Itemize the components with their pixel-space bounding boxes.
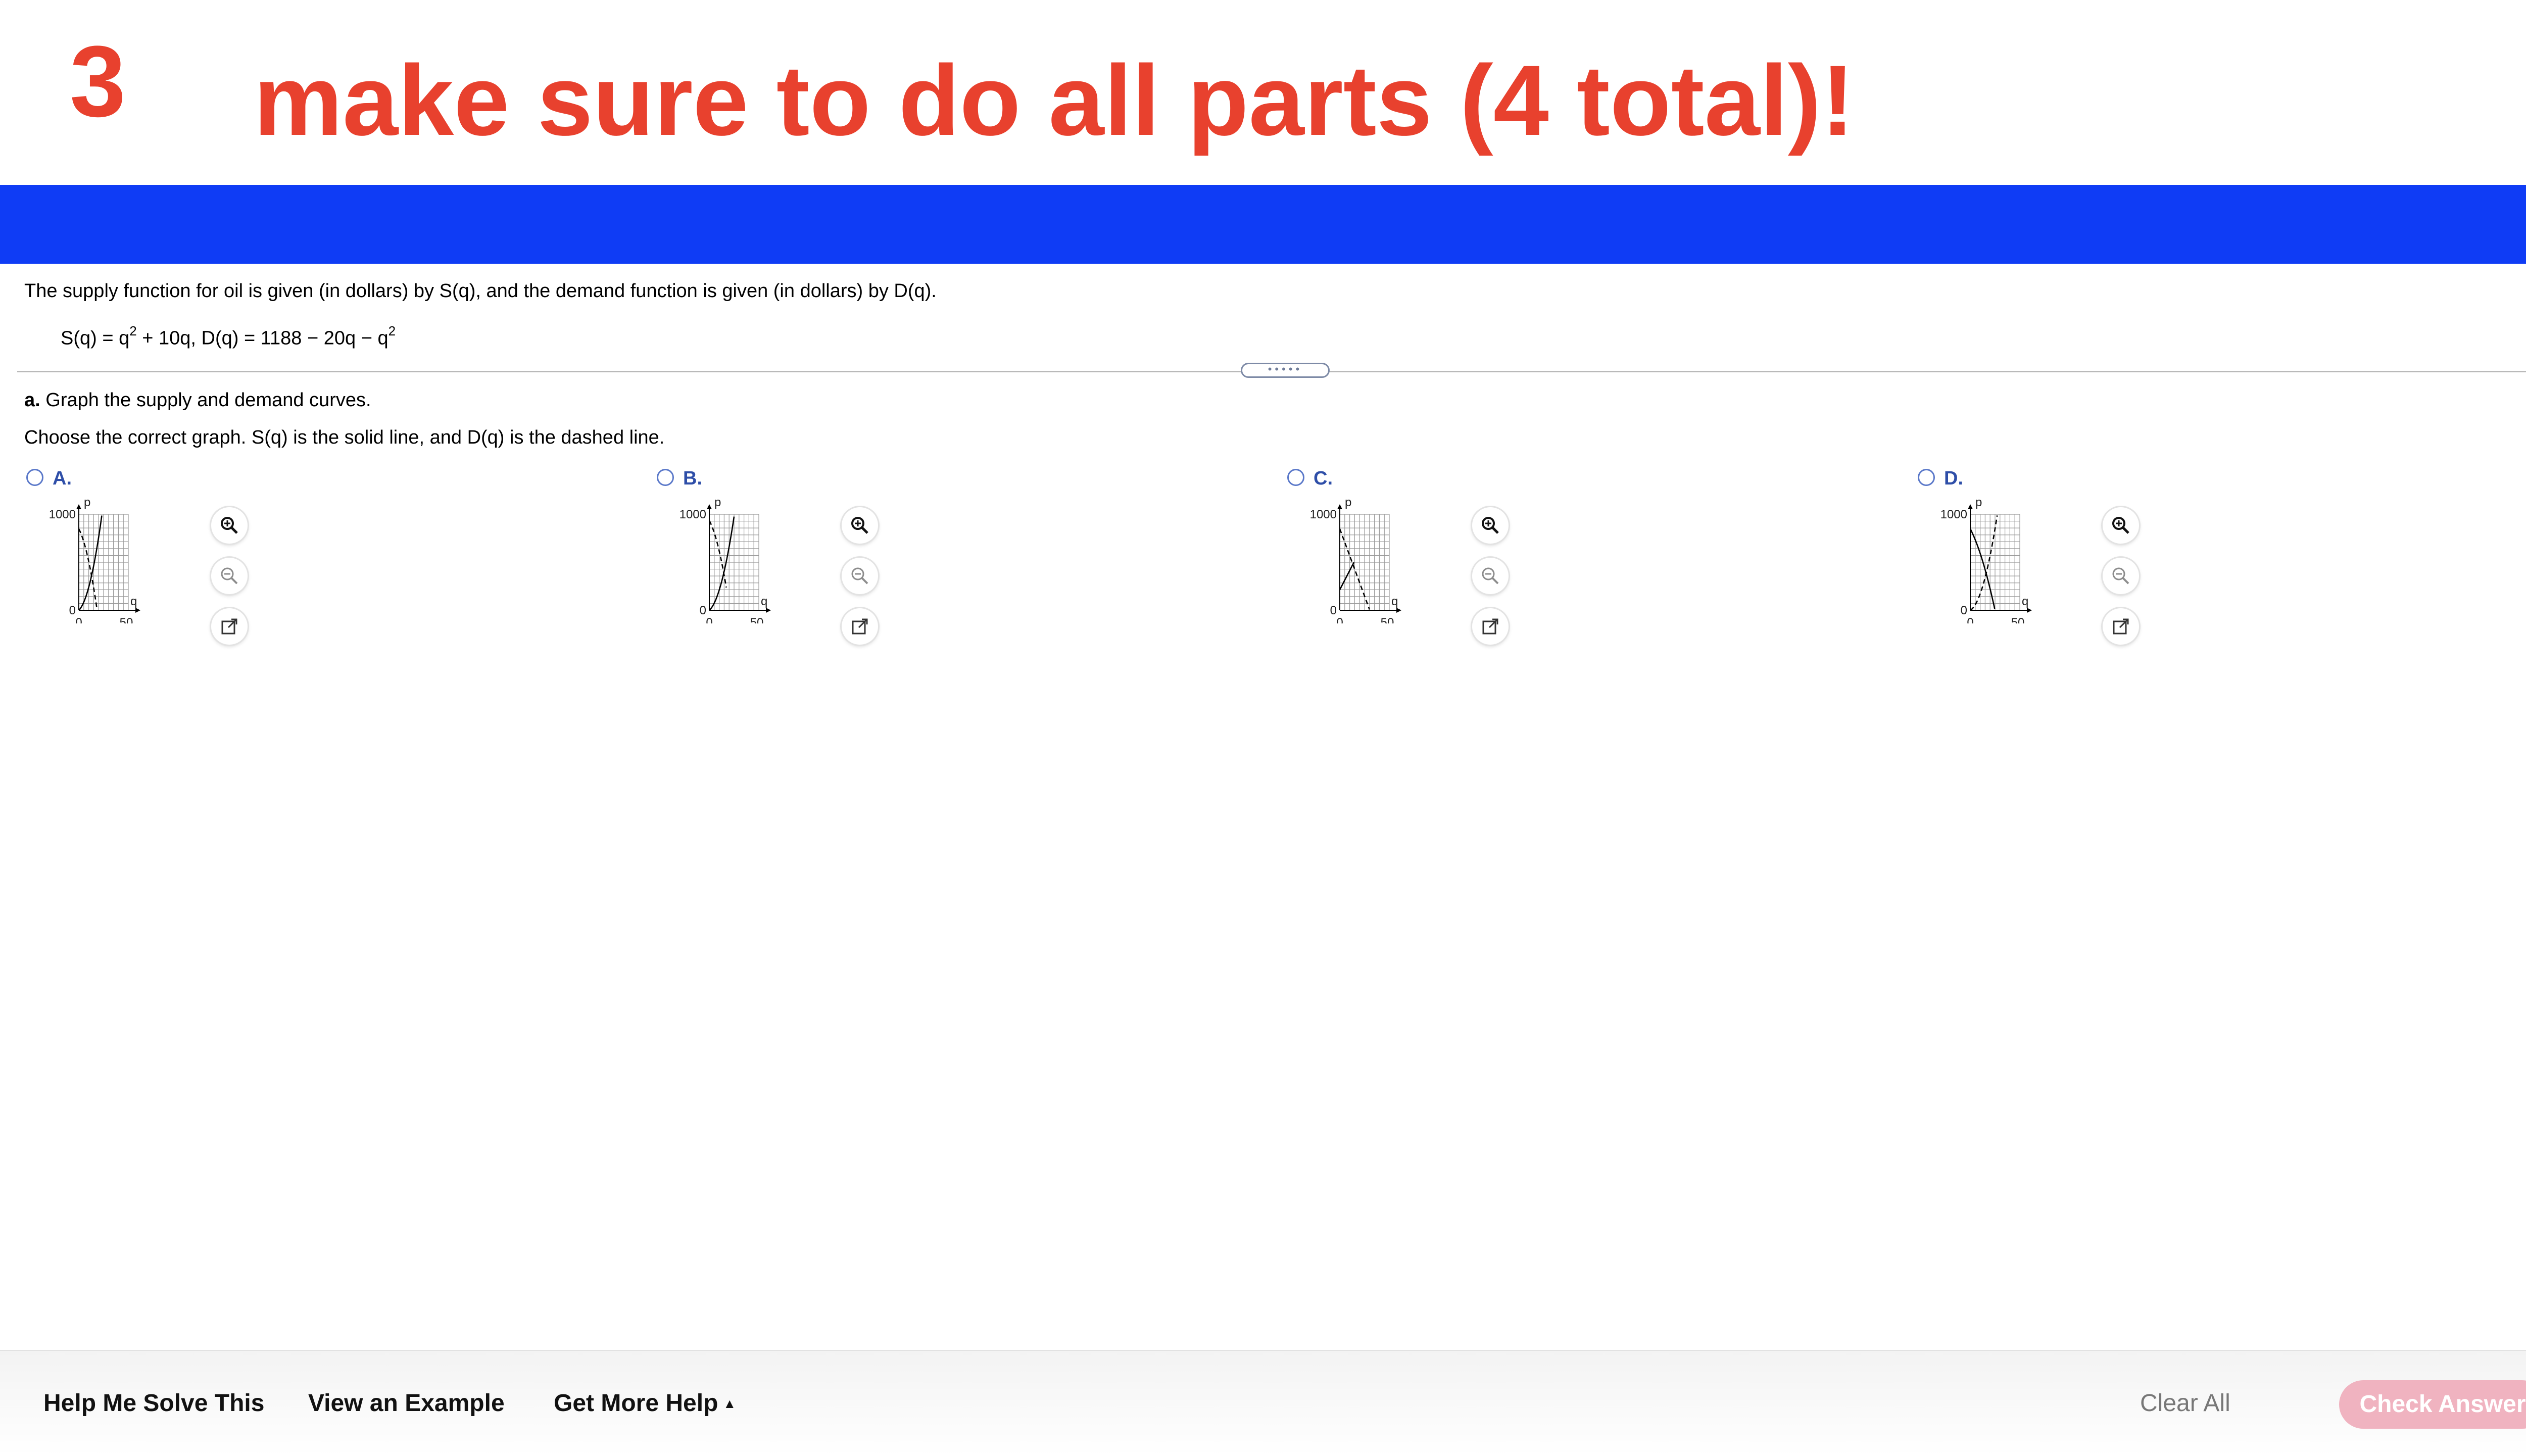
popout-icon [221, 618, 237, 635]
part-a-text: Graph the supply and demand curves. [40, 390, 371, 411]
zoom-in-button-c[interactable] [1472, 507, 1509, 544]
footer-bar: Help Me Solve This View an Example Get M… [0, 1350, 2526, 1456]
y-axis-arrow [76, 504, 81, 509]
x-tick-label: 50 [120, 616, 133, 623]
get-more-help-label[interactable]: Get More Help [554, 1390, 718, 1417]
divider-handle[interactable]: ••••• [1241, 363, 1330, 378]
get-more-help-button[interactable]: Get More Help ▲ [554, 1389, 736, 1417]
x-axis-arrow [135, 608, 140, 613]
popout-button-a[interactable] [211, 608, 248, 645]
x-axis-label: q [130, 595, 137, 608]
option-label-b[interactable]: B. [683, 468, 702, 490]
x-tick-label: 50 [2011, 616, 2025, 623]
x-axis-label: q [761, 595, 767, 608]
radio-button-d[interactable] [1918, 469, 1935, 486]
y-axis-label: p [1345, 497, 1351, 509]
y-tick-label: 1000 [1310, 508, 1337, 521]
option-c[interactable]: C. 1000 0 0 50 p q [1285, 466, 1598, 645]
caret-up-icon: ▲ [723, 1396, 737, 1411]
option-label-a[interactable]: A. [53, 468, 72, 490]
zoom-out-button-c[interactable] [1472, 558, 1509, 594]
option-b[interactable]: B. 1000 0 0 50 p q [655, 466, 968, 645]
formula: S(q) = q2 + 10q, D(q) = 1188 − 20q − q2 [61, 323, 396, 350]
formula-part-1: S(q) = q [61, 327, 130, 349]
popout-icon [2113, 618, 2129, 635]
x-tick-label: 50 [750, 616, 764, 623]
option-d[interactable]: D. 1000 0 0 50 p q [1916, 466, 2229, 645]
formula-part-2: + 10q, D(q) = 1188 − 20q − q [136, 327, 388, 349]
popout-icon [1482, 618, 1498, 635]
y-axis-label: p [84, 497, 90, 509]
y-tick-label: 1000 [49, 508, 76, 521]
x-axis-label: q [2022, 595, 2028, 608]
zoom-out-button-d[interactable] [2103, 558, 2139, 594]
zoom-in-icon [2112, 517, 2129, 534]
banner-title: make sure to do all parts (4 total)! [254, 44, 1855, 156]
clear-all-button[interactable]: Clear All [2140, 1389, 2230, 1417]
y-zero-label: 0 [700, 604, 706, 617]
graph-a[interactable]: 1000 00 50 p q [29, 497, 186, 623]
question-number: 3 [70, 25, 126, 138]
x-zero-label: 0 [1967, 616, 1973, 623]
demand-curve [708, 520, 727, 588]
popout-button-b[interactable] [842, 608, 878, 645]
question-content: The supply function for oil is given (in… [0, 264, 2526, 1350]
y-axis-arrow [707, 504, 712, 509]
y-axis-arrow [1337, 504, 1342, 509]
x-axis-arrow [2027, 608, 2032, 613]
help-me-solve-button[interactable]: Help Me Solve This [43, 1389, 264, 1417]
graph-d[interactable]: 1000 00 50 p q [1921, 497, 2077, 623]
check-answer-button[interactable]: Check Answer [2339, 1380, 2526, 1429]
zoom-out-icon [221, 567, 238, 585]
option-a[interactable]: A. 1000 0 0 50 p q [24, 466, 337, 645]
x-axis-arrow [766, 608, 771, 613]
zoom-in-button-d[interactable] [2103, 507, 2139, 544]
zoom-out-button-a[interactable] [211, 558, 248, 594]
y-tick-label: 1000 [1940, 508, 1967, 521]
zoom-in-button-a[interactable] [211, 507, 248, 544]
option-label-c[interactable]: C. [1314, 468, 1333, 490]
y-axis-arrow [1968, 504, 1973, 509]
zoom-out-icon [2112, 567, 2129, 585]
x-axis-arrow [1396, 608, 1401, 613]
exponent-2: 2 [388, 323, 396, 338]
zoom-out-icon [1482, 567, 1499, 585]
y-zero-label: 0 [1961, 604, 1967, 617]
radio-button-b[interactable] [657, 469, 674, 486]
x-axis-label: q [1391, 595, 1398, 608]
graph-c[interactable]: 1000 00 50 p q [1290, 497, 1447, 623]
y-zero-label: 0 [69, 604, 76, 617]
zoom-in-icon [1482, 517, 1499, 534]
option-label-d[interactable]: D. [1944, 468, 1963, 490]
x-zero-label: 0 [1336, 616, 1343, 623]
radio-button-a[interactable] [26, 469, 43, 486]
y-tick-label: 1000 [679, 508, 706, 521]
popout-icon [852, 618, 868, 635]
y-axis-label: p [714, 497, 721, 509]
zoom-in-icon [851, 517, 868, 534]
popout-button-c[interactable] [1472, 608, 1509, 645]
view-example-button[interactable]: View an Example [308, 1389, 505, 1417]
y-zero-label: 0 [1330, 604, 1337, 617]
zoom-out-button-b[interactable] [842, 558, 878, 594]
top-header: 3 make sure to do all parts (4 total)! [0, 0, 2526, 185]
x-tick-label: 50 [1381, 616, 1394, 623]
instruction-text: Choose the correct graph. S(q) is the so… [24, 427, 665, 448]
part-a-label: a. [24, 390, 40, 411]
part-a-prompt: a. Graph the supply and demand curves. [24, 389, 371, 412]
exponent-1: 2 [129, 323, 137, 338]
radio-button-c[interactable] [1287, 469, 1304, 486]
zoom-in-button-b[interactable] [842, 507, 878, 544]
problem-intro: The supply function for oil is given (in… [24, 280, 937, 302]
zoom-in-icon [221, 517, 238, 534]
title-bar [0, 185, 2526, 264]
x-zero-label: 0 [706, 616, 712, 623]
popout-button-d[interactable] [2103, 608, 2139, 645]
y-axis-label: p [1975, 497, 1982, 509]
x-zero-label: 0 [75, 616, 82, 623]
graph-b[interactable]: 1000 00 50 p q [660, 497, 816, 623]
zoom-out-icon [851, 567, 868, 585]
